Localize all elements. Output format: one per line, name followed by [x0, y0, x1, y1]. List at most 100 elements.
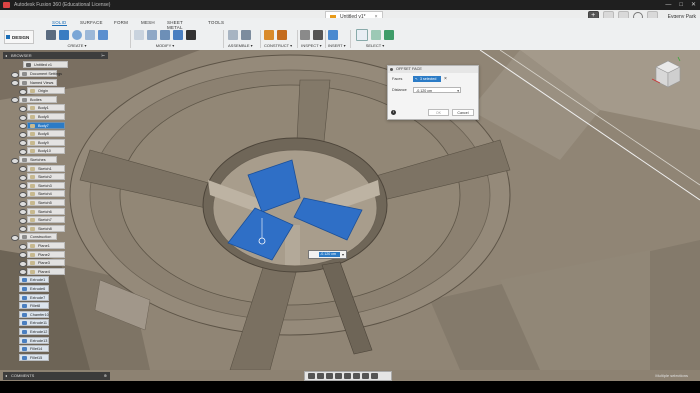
as-built-joint-icon[interactable]	[241, 29, 251, 40]
construct-label[interactable]: CONSTRUCT ▾	[264, 43, 292, 48]
fit-icon[interactable]	[344, 373, 351, 379]
browser-node[interactable]: Plane4	[27, 267, 65, 275]
visibility-eye-icon[interactable]	[19, 140, 27, 147]
fillet-icon[interactable]	[147, 29, 157, 40]
visibility-eye-icon[interactable]	[19, 183, 27, 190]
distance-field[interactable]: -0.120 cm ▾	[413, 87, 461, 93]
visibility-eye-icon[interactable]	[11, 80, 19, 87]
browser-node[interactable]: Extrude7	[19, 293, 49, 301]
browser-node[interactable]: Construction	[19, 233, 57, 241]
grid-settings-icon[interactable]	[362, 373, 369, 379]
visibility-eye-icon[interactable]	[19, 174, 27, 181]
assemble-label[interactable]: ASSEMBLE ▾	[228, 43, 253, 48]
inline-distance-input[interactable]: -0.120 cm ▾	[308, 250, 347, 259]
browser-node[interactable]: Fillet14	[19, 345, 49, 353]
distance-dropdown-icon[interactable]: ▾	[457, 88, 459, 94]
browser-node[interactable]: Document Settings	[19, 70, 62, 77]
cancel-button[interactable]: Cancel	[452, 109, 474, 116]
browser-node[interactable]: Sketch3	[27, 181, 65, 189]
inline-distance-value[interactable]: -0.120 cm	[319, 252, 340, 257]
select-arrow-icon[interactable]	[356, 28, 368, 41]
browser-node[interactable]: Sketch4	[27, 190, 65, 198]
browser-node[interactable]: Body10	[27, 147, 65, 155]
browser-node[interactable]: Fillet8	[19, 302, 49, 310]
browser-node[interactable]: Named Views	[19, 78, 57, 86]
visibility-eye-icon[interactable]	[19, 131, 27, 138]
visibility-eye-icon[interactable]	[19, 114, 27, 121]
new-component-icon[interactable]	[46, 29, 56, 40]
visibility-eye-icon[interactable]	[19, 252, 27, 259]
dialog-header[interactable]: OFFSET FACE	[388, 66, 478, 73]
visibility-eye-icon[interactable]	[19, 148, 27, 155]
section-analysis-icon[interactable]	[313, 29, 323, 40]
press-pull-icon[interactable]	[134, 29, 144, 40]
visibility-eye-icon[interactable]	[19, 200, 27, 207]
extrude-icon[interactable]	[59, 29, 69, 40]
browser-node[interactable]: Sketch6	[27, 207, 65, 215]
browser-node[interactable]: Fillet15	[19, 353, 49, 361]
browser-node[interactable]: Body9	[27, 138, 65, 146]
browser-node[interactable]: Sketch2	[27, 173, 65, 181]
browser-node[interactable]: Body8	[27, 130, 65, 138]
tab-tools[interactable]: TOOLS	[208, 20, 224, 25]
browser-node[interactable]: Sketch7	[27, 216, 65, 224]
tab-solid[interactable]: SOLID	[52, 20, 67, 26]
visibility-eye-icon[interactable]	[19, 105, 27, 112]
browser-node[interactable]: Body5	[27, 113, 65, 120]
pan-icon[interactable]	[326, 373, 333, 379]
display-settings-icon[interactable]	[353, 373, 360, 379]
visibility-eye-icon[interactable]	[19, 226, 27, 233]
tab-surface[interactable]: SURFACE	[80, 20, 103, 25]
browser-node[interactable]: Sketch8	[27, 224, 65, 232]
browser-node[interactable]: Sketches	[19, 156, 57, 163]
comments-panel[interactable]: ◂ COMMENTS ⊕	[3, 372, 110, 380]
visibility-eye-icon[interactable]	[11, 157, 19, 164]
visibility-eye-icon[interactable]	[19, 123, 27, 130]
combine-icon[interactable]	[173, 29, 183, 40]
comments-collapse-icon[interactable]: ◂	[5, 372, 7, 380]
visibility-eye-icon[interactable]	[19, 166, 27, 173]
minimize-button[interactable]: —	[665, 0, 671, 10]
view-cube-icon[interactable]	[648, 55, 684, 91]
move-icon[interactable]	[186, 29, 196, 40]
visibility-eye-icon[interactable]	[11, 97, 19, 104]
browser-node[interactable]: Body1	[27, 104, 65, 112]
modify-label[interactable]: MODIFY ▾	[134, 43, 196, 48]
browser-node[interactable]: Extrude12	[19, 328, 49, 335]
visibility-eye-icon[interactable]	[19, 243, 27, 250]
viewports-icon[interactable]	[371, 373, 378, 379]
shell-icon[interactable]	[160, 29, 170, 40]
browser-node[interactable]: Extrude11	[19, 319, 49, 327]
axis-icon[interactable]	[277, 29, 287, 40]
measure-icon[interactable]	[300, 29, 310, 40]
design-workspace-button[interactable]: DESIGN	[4, 30, 34, 44]
hole-icon[interactable]	[85, 29, 95, 40]
orbit-icon[interactable]	[308, 373, 315, 379]
pin-icon[interactable]: ⊢	[102, 52, 105, 59]
browser-node[interactable]: Sketch1	[27, 164, 65, 172]
close-window-button[interactable]: ✕	[691, 0, 696, 10]
visibility-eye-icon[interactable]	[19, 88, 27, 95]
browser-node[interactable]: Extrude13	[19, 336, 49, 344]
visibility-eye-icon[interactable]	[11, 71, 19, 78]
browser-header[interactable]: ◂ BROWSER ⊢	[3, 52, 108, 59]
select-label[interactable]: SELECT ▾	[356, 43, 394, 48]
insert-label[interactable]: INSERT ▾	[328, 43, 346, 48]
browser-node[interactable]: Plane2	[27, 250, 65, 258]
clear-selection-icon[interactable]: ×	[444, 76, 447, 82]
selection-filter-icon[interactable]	[371, 29, 381, 40]
inline-dropdown-icon[interactable]: ▾	[342, 252, 344, 257]
zoom-icon[interactable]	[335, 373, 342, 379]
info-icon[interactable]: i	[391, 110, 396, 115]
browser-root-node[interactable]: Untitled v1	[23, 61, 68, 68]
visibility-eye-icon[interactable]	[19, 260, 27, 267]
browser-node[interactable]: Chamfer10	[19, 310, 49, 318]
browser-node[interactable]: Extrude6	[19, 285, 49, 292]
tab-mesh[interactable]: MESH	[141, 20, 155, 25]
look-at-icon[interactable]	[317, 373, 324, 379]
collapse-arrow-icon[interactable]: ◂	[5, 52, 7, 59]
add-comment-icon[interactable]: ⊕	[104, 372, 107, 380]
pattern-icon[interactable]	[98, 29, 108, 40]
visibility-eye-icon[interactable]	[19, 217, 27, 224]
dialog-collapse-icon[interactable]	[390, 68, 393, 71]
